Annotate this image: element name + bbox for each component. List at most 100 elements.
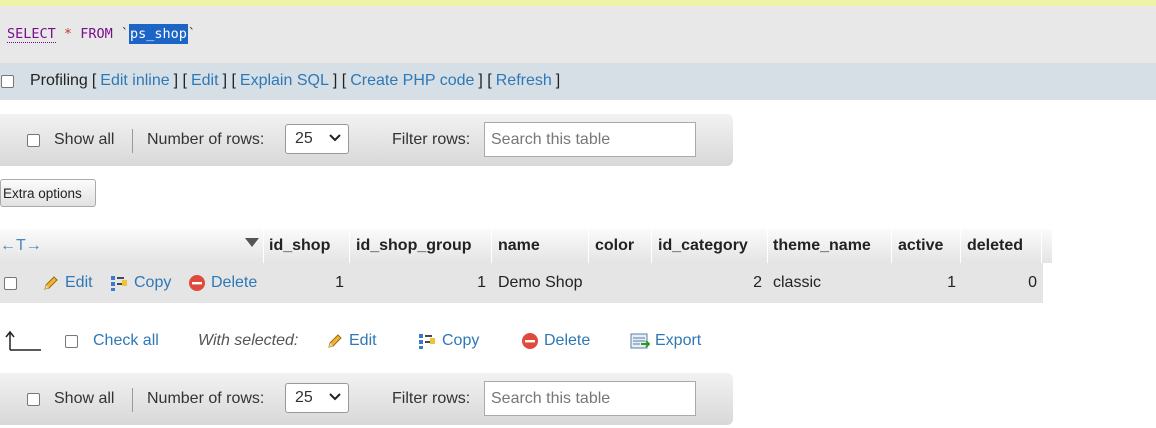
sql-table-name[interactable]: ps_shop — [129, 24, 188, 44]
rows-per-page-select[interactable]: 25 — [285, 124, 349, 154]
rows-label: Number of rows: — [147, 131, 265, 148]
sql-query-box: SELECT * FROM `ps_shop` — [0, 6, 1156, 63]
row-edit-action[interactable]: Edit — [42, 263, 93, 303]
search-placeholder: Search this table — [491, 130, 611, 148]
check-all-checkbox[interactable] — [65, 334, 78, 348]
filter-rows-input[interactable]: Search this table — [484, 122, 696, 157]
column-divider — [960, 229, 961, 263]
sql-backtick-close: ` — [187, 26, 197, 42]
bulk-delete-action[interactable]: Delete — [521, 332, 590, 350]
row-edit-link[interactable]: Edit — [65, 274, 93, 292]
column-divider — [1041, 229, 1042, 263]
profiling-label: Profiling — [30, 72, 88, 89]
row-copy-action[interactable]: Copy — [109, 263, 171, 303]
bracket-open: [ — [91, 72, 97, 89]
edit-link[interactable]: Edit — [191, 72, 219, 89]
bracket-sep: ] [ — [222, 72, 236, 89]
edit-inline-link[interactable]: Edit inline — [100, 72, 169, 89]
extra-options-label: Extra options — [3, 185, 82, 201]
table-navigation-bottom: Show all Number of rows: 25 Filter rows:… — [0, 373, 733, 425]
search-placeholder: Search this table — [491, 389, 611, 407]
column-header-color[interactable]: color — [595, 229, 634, 263]
column-header-deleted[interactable]: deleted — [967, 229, 1023, 263]
rows-per-page-value: 25 — [295, 130, 313, 147]
explain-sql-link[interactable]: Explain SQL — [240, 72, 329, 89]
cell-active[interactable]: 1 — [898, 263, 956, 303]
bracket-sep: ] [ — [332, 72, 347, 89]
cell-deleted[interactable]: 0 — [967, 263, 1037, 303]
column-divider — [651, 229, 652, 263]
copy-icon — [419, 334, 435, 349]
rows-per-page-select[interactable]: 25 — [285, 383, 349, 413]
cell-theme-name[interactable]: classic — [773, 263, 821, 303]
export-icon — [630, 333, 650, 349]
copy-icon — [111, 276, 127, 291]
pencil-icon — [328, 334, 342, 348]
cell-id-shop[interactable]: 1 — [269, 263, 344, 303]
filter-rows-label: Filter rows: — [392, 390, 471, 407]
row-delete-link[interactable]: Delete — [211, 274, 257, 292]
bulk-copy-link[interactable]: Copy — [442, 332, 479, 350]
column-header-id-shop-group[interactable]: id_shop_group — [356, 229, 472, 263]
create-php-code-link[interactable]: Create PHP code — [350, 72, 474, 89]
bulk-export-action[interactable]: Export — [630, 332, 701, 350]
sql-backtick-open: ` — [120, 26, 129, 42]
refresh-link[interactable]: Refresh — [496, 72, 552, 89]
column-header-theme-name[interactable]: theme_name — [773, 229, 871, 263]
table-navigation-top: Show all Number of rows: 25 Filter rows:… — [0, 114, 733, 166]
column-header-id-category[interactable]: id_category — [658, 229, 748, 263]
extra-options-button[interactable]: Extra options — [0, 179, 96, 207]
arrow-ltr-icon — [5, 330, 41, 351]
sql-keyword-select[interactable]: SELECT — [7, 26, 56, 43]
filter-rows-input[interactable]: Search this table — [484, 381, 696, 416]
row-delete-action[interactable]: Delete — [188, 263, 257, 303]
delete-icon — [189, 275, 205, 291]
check-all-link[interactable]: Check all — [93, 332, 159, 350]
filter-rows-label: Filter rows: — [392, 131, 471, 148]
divider — [132, 388, 133, 412]
column-divider — [588, 229, 589, 263]
cell-id-category[interactable]: 2 — [658, 263, 762, 303]
column-divider — [349, 229, 350, 263]
bracket-sep: ] [ — [173, 72, 187, 89]
show-all-checkbox[interactable] — [27, 392, 40, 406]
profiling-checkbox[interactable] — [1, 74, 14, 88]
rows-label: Number of rows: — [147, 390, 265, 407]
delete-icon — [522, 333, 538, 349]
column-divider — [891, 229, 892, 263]
results-table-header: ←T→ id_shop id_shop_group name color id_… — [0, 229, 1052, 263]
column-header-active[interactable]: active — [898, 229, 943, 263]
with-selected-label: With selected: — [198, 332, 299, 349]
row-copy-link[interactable]: Copy — [134, 274, 171, 292]
cell-id-shop-group[interactable]: 1 — [356, 263, 486, 303]
column-divider — [767, 229, 768, 263]
bulk-copy-action[interactable]: Copy — [417, 332, 479, 350]
chevron-down-icon — [329, 134, 341, 142]
show-all-label: Show all — [54, 390, 115, 407]
chevron-down-icon — [329, 393, 341, 401]
sort-triangle-icon[interactable] — [245, 238, 259, 248]
bracket-close: ] — [555, 72, 561, 89]
table-row: Edit Copy Delete 1 1 Demo Shop 2 classic… — [0, 263, 1043, 303]
bracket-sep: ] [ — [478, 72, 492, 89]
arrows-icon: ←T→ — [0, 237, 42, 254]
column-header-id-shop[interactable]: id_shop — [269, 229, 330, 263]
sql-star: * — [63, 26, 73, 42]
pencil-icon — [44, 276, 58, 290]
column-divider — [491, 229, 492, 263]
bulk-edit-link[interactable]: Edit — [349, 332, 377, 350]
column-arrows-toggle[interactable]: ←T→ — [0, 229, 42, 263]
sql-query-text[interactable]: SELECT * FROM `ps_shop` — [7, 24, 197, 44]
row-checkbox[interactable] — [4, 276, 17, 290]
column-divider — [263, 229, 264, 263]
profiling-bar: Profiling [ Edit inline ] [ Edit ] [ Exp… — [0, 63, 1156, 100]
column-header-name[interactable]: name — [498, 229, 540, 263]
sql-keyword-from: FROM — [80, 26, 113, 42]
cell-name[interactable]: Demo Shop — [498, 263, 583, 303]
bulk-edit-action[interactable]: Edit — [326, 332, 377, 350]
show-all-label: Show all — [54, 131, 115, 148]
bulk-delete-link[interactable]: Delete — [544, 332, 590, 350]
divider — [132, 129, 133, 153]
bulk-export-link[interactable]: Export — [655, 332, 701, 350]
show-all-checkbox[interactable] — [27, 133, 40, 147]
